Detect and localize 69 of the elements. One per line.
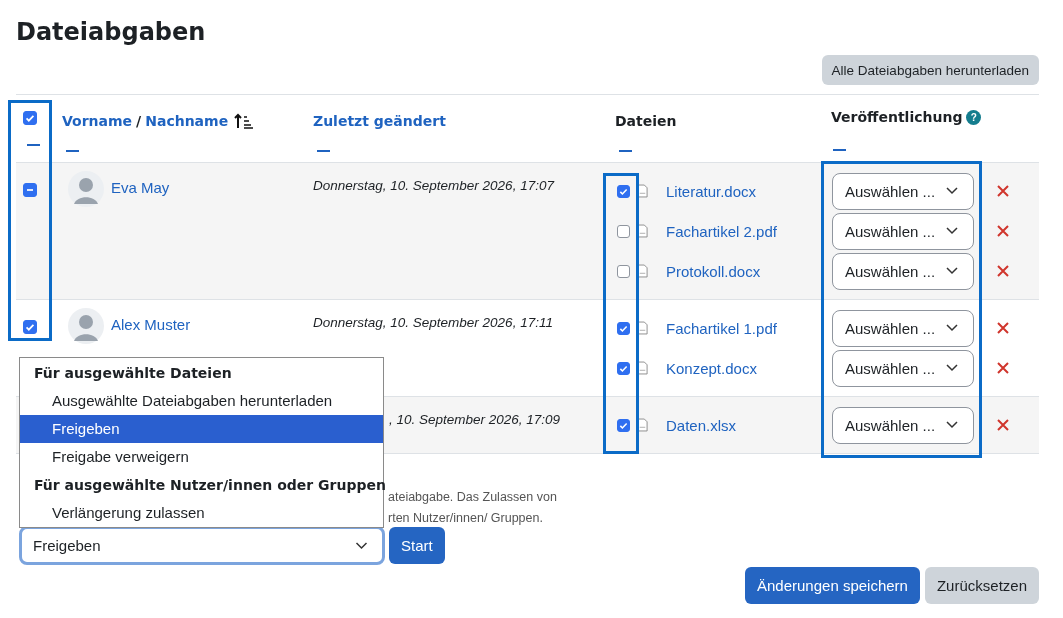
- chevron-down-icon: [355, 541, 368, 550]
- file-checkbox[interactable]: [617, 361, 630, 375]
- row-checkbox[interactable]: [23, 183, 37, 197]
- menu-option[interactable]: Verlängerung zulassen: [20, 499, 383, 527]
- file-link[interactable]: Fachartikel 1.pdf: [666, 319, 777, 337]
- publication-select[interactable]: Auswählen ...: [832, 212, 974, 250]
- menu-option[interactable]: Ausgewählte Dateiabgaben herunterladen: [20, 387, 383, 415]
- user-name-link[interactable]: Alex Muster: [111, 316, 191, 333]
- publication-select[interactable]: Auswählen ...: [832, 172, 974, 210]
- chevron-down-icon: [946, 324, 958, 332]
- chevron-down-icon: [946, 421, 958, 429]
- file-icon: [637, 224, 648, 238]
- reset-button[interactable]: Zurücksetzen: [924, 567, 1039, 604]
- select-all-checkbox[interactable]: [23, 111, 37, 125]
- file-icon: [637, 418, 648, 432]
- modified-date: Donnerstag, 10. September 2026, 17:11: [313, 315, 553, 330]
- page-title: Dateiabgaben: [16, 17, 207, 48]
- file-checkbox[interactable]: [617, 321, 630, 335]
- publication-select[interactable]: Auswählen ...: [832, 309, 974, 347]
- file-icon: [637, 361, 648, 375]
- help-icon[interactable]: ?: [966, 109, 982, 125]
- remove-icon[interactable]: [997, 265, 1009, 277]
- remove-icon[interactable]: [997, 225, 1009, 237]
- start-button[interactable]: Start: [389, 527, 445, 564]
- file-checkbox[interactable]: [617, 224, 630, 238]
- publication-select[interactable]: Auswählen ...: [832, 252, 974, 290]
- action-select[interactable]: Freigeben: [19, 526, 385, 565]
- download-all-button[interactable]: Alle Dateiabgaben herunterladen: [821, 55, 1039, 85]
- remove-icon[interactable]: [997, 419, 1009, 431]
- last-name-sort-link[interactable]: Nachname: [145, 113, 229, 129]
- sort-ascending-icon: [234, 113, 255, 129]
- file-link[interactable]: Konzept.docx: [666, 359, 757, 377]
- chevron-down-icon: [946, 187, 958, 195]
- first-name-sort-link[interactable]: Vorname: [62, 113, 133, 129]
- avatar-icon: [68, 171, 104, 207]
- help-text: ateiabgabe. Das Zulassen von: [388, 489, 558, 506]
- separator-text: /: [136, 113, 142, 129]
- file-link[interactable]: Daten.xlsx: [666, 416, 737, 434]
- file-link[interactable]: Literatur.docx: [666, 182, 757, 200]
- modified-sort-link[interactable]: Zuletzt geändert: [313, 113, 446, 129]
- publication-select[interactable]: Auswählen ...: [832, 406, 974, 444]
- help-text: rten Nutzer/innen/ Gruppen.: [388, 510, 544, 527]
- menu-group-label: Für ausgewählte Dateien: [33, 364, 233, 383]
- publication-header: Veröffentlichung: [831, 109, 963, 125]
- chevron-down-icon: [946, 227, 958, 235]
- file-icon: [637, 321, 648, 335]
- menu-group-label: Für ausgewählte Nutzer/innen oder Gruppen: [33, 476, 383, 495]
- remove-icon[interactable]: [997, 185, 1009, 197]
- file-checkbox[interactable]: [617, 418, 630, 432]
- file-link[interactable]: Fachartikel 2.pdf: [666, 222, 777, 240]
- publication-select[interactable]: Auswählen ...: [832, 349, 974, 387]
- chevron-down-icon: [946, 364, 958, 372]
- remove-icon[interactable]: [997, 322, 1009, 334]
- modified-date: , 10. September 2026, 17:09: [389, 412, 561, 427]
- user-name-link[interactable]: Eva May: [111, 179, 170, 196]
- file-checkbox[interactable]: [617, 264, 630, 278]
- chevron-down-icon: [946, 267, 958, 275]
- file-icon: [637, 264, 648, 278]
- avatar-icon: [68, 308, 104, 344]
- menu-option[interactable]: Freigeben: [20, 415, 383, 443]
- files-header: Dateien: [615, 113, 677, 129]
- modified-date: Donnerstag, 10. September 2026, 17:07: [313, 178, 554, 193]
- file-icon: [637, 184, 648, 198]
- remove-icon[interactable]: [997, 362, 1009, 374]
- save-changes-button[interactable]: Änderungen speichern: [745, 567, 920, 604]
- row-checkbox[interactable]: [23, 320, 37, 334]
- menu-option[interactable]: Freigabe verweigern: [20, 443, 383, 471]
- file-link[interactable]: Protokoll.docx: [666, 262, 761, 280]
- file-checkbox[interactable]: [617, 184, 630, 198]
